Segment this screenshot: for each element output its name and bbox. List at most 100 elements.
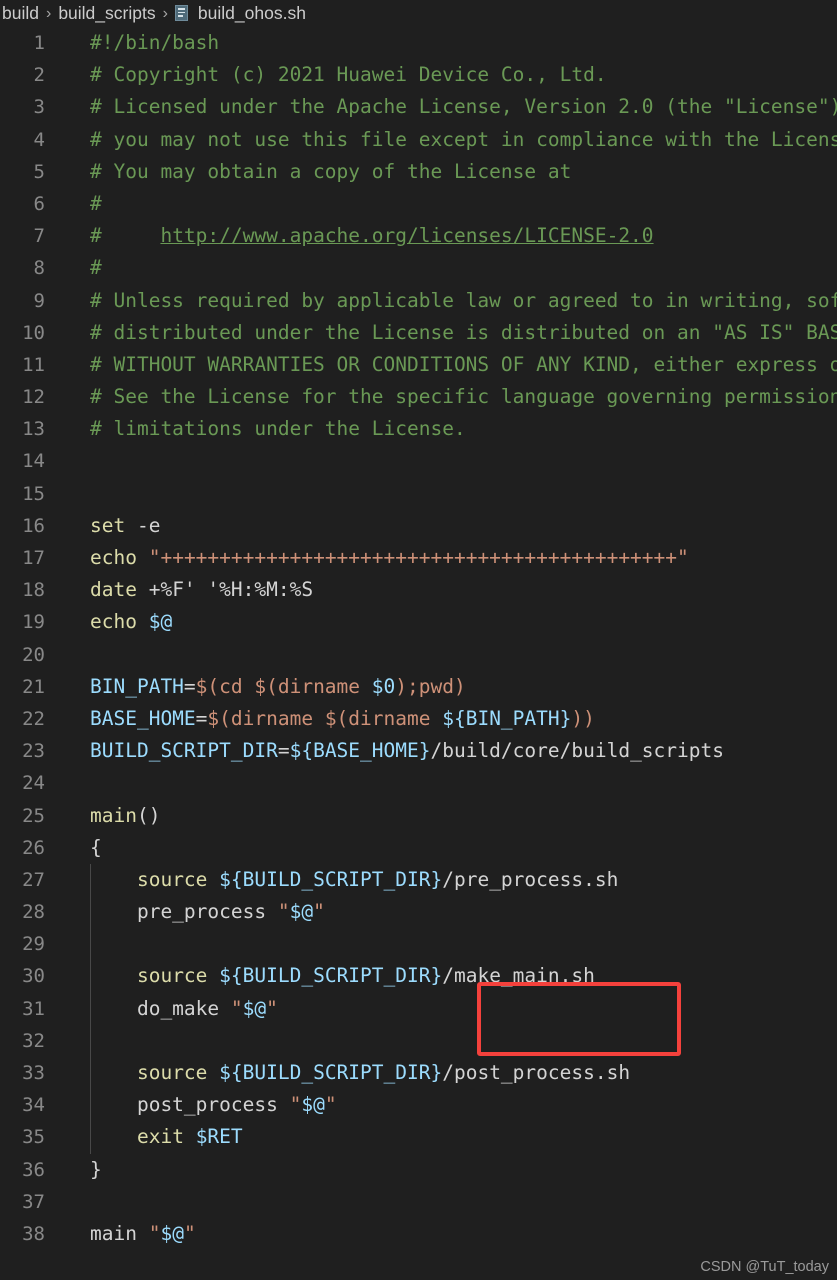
breadcrumb-item-file[interactable]: build_ohos.sh bbox=[198, 3, 306, 24]
line-content[interactable]: { bbox=[45, 832, 837, 864]
token-sub: );pwd) bbox=[395, 674, 466, 698]
code-line[interactable]: 20 bbox=[0, 639, 837, 671]
breadcrumb-item-build[interactable]: build bbox=[2, 3, 39, 24]
code-line[interactable]: 38 main "$@" bbox=[0, 1218, 837, 1250]
code-line[interactable]: 30 source ${BUILD_SCRIPT_DIR}/make_main.… bbox=[0, 960, 837, 993]
line-content[interactable]: # distributed under the License is distr… bbox=[45, 317, 837, 349]
code-editor[interactable]: 1 #!/bin/bash 2 # Copyright (c) 2021 Huawei… bbox=[0, 27, 837, 1280]
line-content[interactable] bbox=[45, 767, 837, 799]
code-line[interactable]: 16 set -e bbox=[0, 510, 837, 542]
code-line[interactable]: 8 # bbox=[0, 252, 837, 284]
code-line[interactable]: 14 bbox=[0, 445, 837, 477]
line-number: 30 bbox=[22, 965, 45, 988]
code-line[interactable]: 28 pre_process "$@" bbox=[0, 896, 837, 929]
breadcrumb-separator-icon: › bbox=[162, 4, 168, 22]
code-line[interactable]: 3 # Licensed under the Apache License, Ve… bbox=[0, 91, 837, 123]
line-content[interactable]: set -e bbox=[45, 510, 837, 542]
code-line[interactable]: 11 # WITHOUT WARRANTIES OR CONDITIONS OF … bbox=[0, 349, 837, 381]
line-content[interactable]: # Copyright (c) 2021 Huawei Device Co., … bbox=[45, 59, 837, 91]
code-line[interactable]: 32 bbox=[0, 1024, 837, 1057]
line-content[interactable] bbox=[45, 1024, 837, 1057]
code-line[interactable]: 36} bbox=[0, 1154, 837, 1186]
line-content[interactable]: BIN_PATH=$(cd $(dirname $0);pwd) bbox=[45, 671, 837, 703]
token-pln: } bbox=[90, 1157, 102, 1181]
code-line[interactable]: 12 # See the License for the specific lan… bbox=[0, 381, 837, 413]
code-line[interactable]: 23 BUILD_SCRIPT_DIR=${BASE_HOME}/build/co… bbox=[0, 735, 837, 767]
line-content[interactable]: post_process "$@" bbox=[45, 1089, 837, 1122]
line-content[interactable]: # limitations under the License. bbox=[45, 413, 837, 445]
token-cmt: # You may obtain a copy of the License a… bbox=[90, 159, 572, 183]
code-line[interactable]: 13 # limitations under the License. bbox=[0, 413, 837, 445]
code-line[interactable]: 6 # bbox=[0, 188, 837, 220]
code-line[interactable]: 4 # you may not use this file except in c… bbox=[0, 124, 837, 156]
line-content[interactable] bbox=[45, 445, 837, 477]
code-line[interactable]: 25 main() bbox=[0, 800, 837, 832]
code-line[interactable]: 26 { bbox=[0, 832, 837, 864]
code-line[interactable]: 37 bbox=[0, 1186, 837, 1218]
line-number: 38 bbox=[22, 1222, 45, 1245]
line-number: 33 bbox=[22, 1062, 45, 1084]
line-content[interactable]: echo $@ bbox=[45, 606, 837, 638]
line-number: 27 bbox=[22, 868, 45, 891]
line-number: 11 bbox=[22, 353, 45, 376]
line-content[interactable]: BASE_HOME=$(dirname $(dirname ${BIN_PATH… bbox=[45, 703, 837, 735]
line-content[interactable]: # WITHOUT WARRANTIES OR CONDITIONS OF AN… bbox=[45, 349, 837, 381]
token-var: $@ bbox=[160, 1221, 184, 1245]
line-content[interactable]: # See the License for the specific langu… bbox=[45, 381, 837, 413]
line-content[interactable] bbox=[45, 639, 837, 671]
code-line[interactable]: 33 source ${BUILD_SCRIPT_DIR}/post_proce… bbox=[0, 1057, 837, 1090]
token-pln: /make_main.sh bbox=[442, 964, 595, 988]
line-content[interactable]: # Unless required by applicable law or a… bbox=[45, 285, 837, 317]
line-content[interactable]: } bbox=[45, 1154, 837, 1186]
line-number: 25 bbox=[22, 804, 45, 827]
line-number: 8 bbox=[33, 257, 45, 280]
line-number: 22 bbox=[22, 707, 45, 730]
code-line[interactable]: 2 # Copyright (c) 2021 Huawei Device Co.,… bbox=[0, 59, 837, 91]
line-content[interactable]: date +%F' '%H:%M:%S bbox=[45, 574, 837, 606]
code-line[interactable]: 10 # distributed under the License is dis… bbox=[0, 317, 837, 349]
line-content[interactable]: # you may not use this file except in co… bbox=[45, 124, 837, 156]
code-line[interactable]: 9 # Unless required by applicable law or … bbox=[0, 285, 837, 317]
line-content[interactable]: #!/bin/bash bbox=[45, 27, 837, 59]
code-lines[interactable]: 1 #!/bin/bash 2 # Copyright (c) 2021 Huawei… bbox=[0, 27, 837, 1250]
line-content[interactable]: do_make "$@" bbox=[45, 992, 837, 1025]
code-line[interactable]: 22 BASE_HOME=$(dirname $(dirname ${BIN_PA… bbox=[0, 703, 837, 735]
line-content[interactable] bbox=[45, 928, 837, 961]
line-content[interactable]: main() bbox=[45, 800, 837, 832]
line-number: 10 bbox=[22, 321, 45, 344]
code-line[interactable]: 1 #!/bin/bash bbox=[0, 27, 837, 59]
code-line[interactable]: 7 # http://www.apache.org/licenses/LICENS… bbox=[0, 220, 837, 252]
code-line[interactable]: 18 date +%F' '%H:%M:%S bbox=[0, 574, 837, 606]
line-content[interactable]: source ${BUILD_SCRIPT_DIR}/pre_process.s… bbox=[45, 863, 837, 897]
line-content[interactable] bbox=[45, 478, 837, 510]
line-content[interactable]: # Licensed under the Apache License, Ver… bbox=[45, 91, 837, 123]
line-content[interactable]: echo "++++++++++++++++++++++++++++++++++… bbox=[45, 542, 837, 574]
code-line[interactable]: 21 BIN_PATH=$(cd $(dirname $0);pwd) bbox=[0, 671, 837, 703]
token-pln bbox=[90, 868, 137, 891]
code-line[interactable]: 5 # You may obtain a copy of the License … bbox=[0, 156, 837, 188]
code-line[interactable]: 19 echo $@ bbox=[0, 606, 837, 638]
token-str: " bbox=[266, 996, 278, 1020]
line-content[interactable]: pre_process "$@" bbox=[45, 896, 837, 929]
code-line[interactable]: 35 exit $RET bbox=[0, 1121, 837, 1154]
breadcrumb-item-build-scripts[interactable]: build_scripts bbox=[58, 3, 155, 24]
line-content[interactable] bbox=[45, 1186, 837, 1218]
token-pln: post_process bbox=[90, 1093, 290, 1117]
line-content[interactable]: main "$@" bbox=[45, 1218, 837, 1250]
line-content[interactable]: source ${BUILD_SCRIPT_DIR}/post_process.… bbox=[45, 1057, 837, 1090]
code-line[interactable]: 34 post_process "$@" bbox=[0, 1089, 837, 1122]
line-content[interactable]: # bbox=[45, 252, 837, 284]
code-line[interactable]: 15 bbox=[0, 478, 837, 510]
breadcrumb[interactable]: build › build_scripts › build_ohos.sh bbox=[0, 0, 837, 27]
line-content[interactable]: # bbox=[45, 188, 837, 220]
line-content[interactable]: # You may obtain a copy of the License a… bbox=[45, 156, 837, 188]
code-line[interactable]: 24 bbox=[0, 767, 837, 799]
line-content[interactable]: exit $RET bbox=[45, 1121, 837, 1154]
code-line[interactable]: 29 bbox=[0, 928, 837, 961]
line-content[interactable]: # http://www.apache.org/licenses/LICENSE… bbox=[45, 220, 837, 252]
line-content[interactable]: source ${BUILD_SCRIPT_DIR}/make_main.sh bbox=[45, 960, 837, 993]
code-line[interactable]: 31 do_make "$@" bbox=[0, 992, 837, 1025]
code-line[interactable]: 27 source ${BUILD_SCRIPT_DIR}/pre_proces… bbox=[0, 863, 837, 897]
code-line[interactable]: 17 echo "++++++++++++++++++++++++++++++++… bbox=[0, 542, 837, 574]
line-content[interactable]: BUILD_SCRIPT_DIR=${BASE_HOME}/build/core… bbox=[45, 735, 837, 767]
